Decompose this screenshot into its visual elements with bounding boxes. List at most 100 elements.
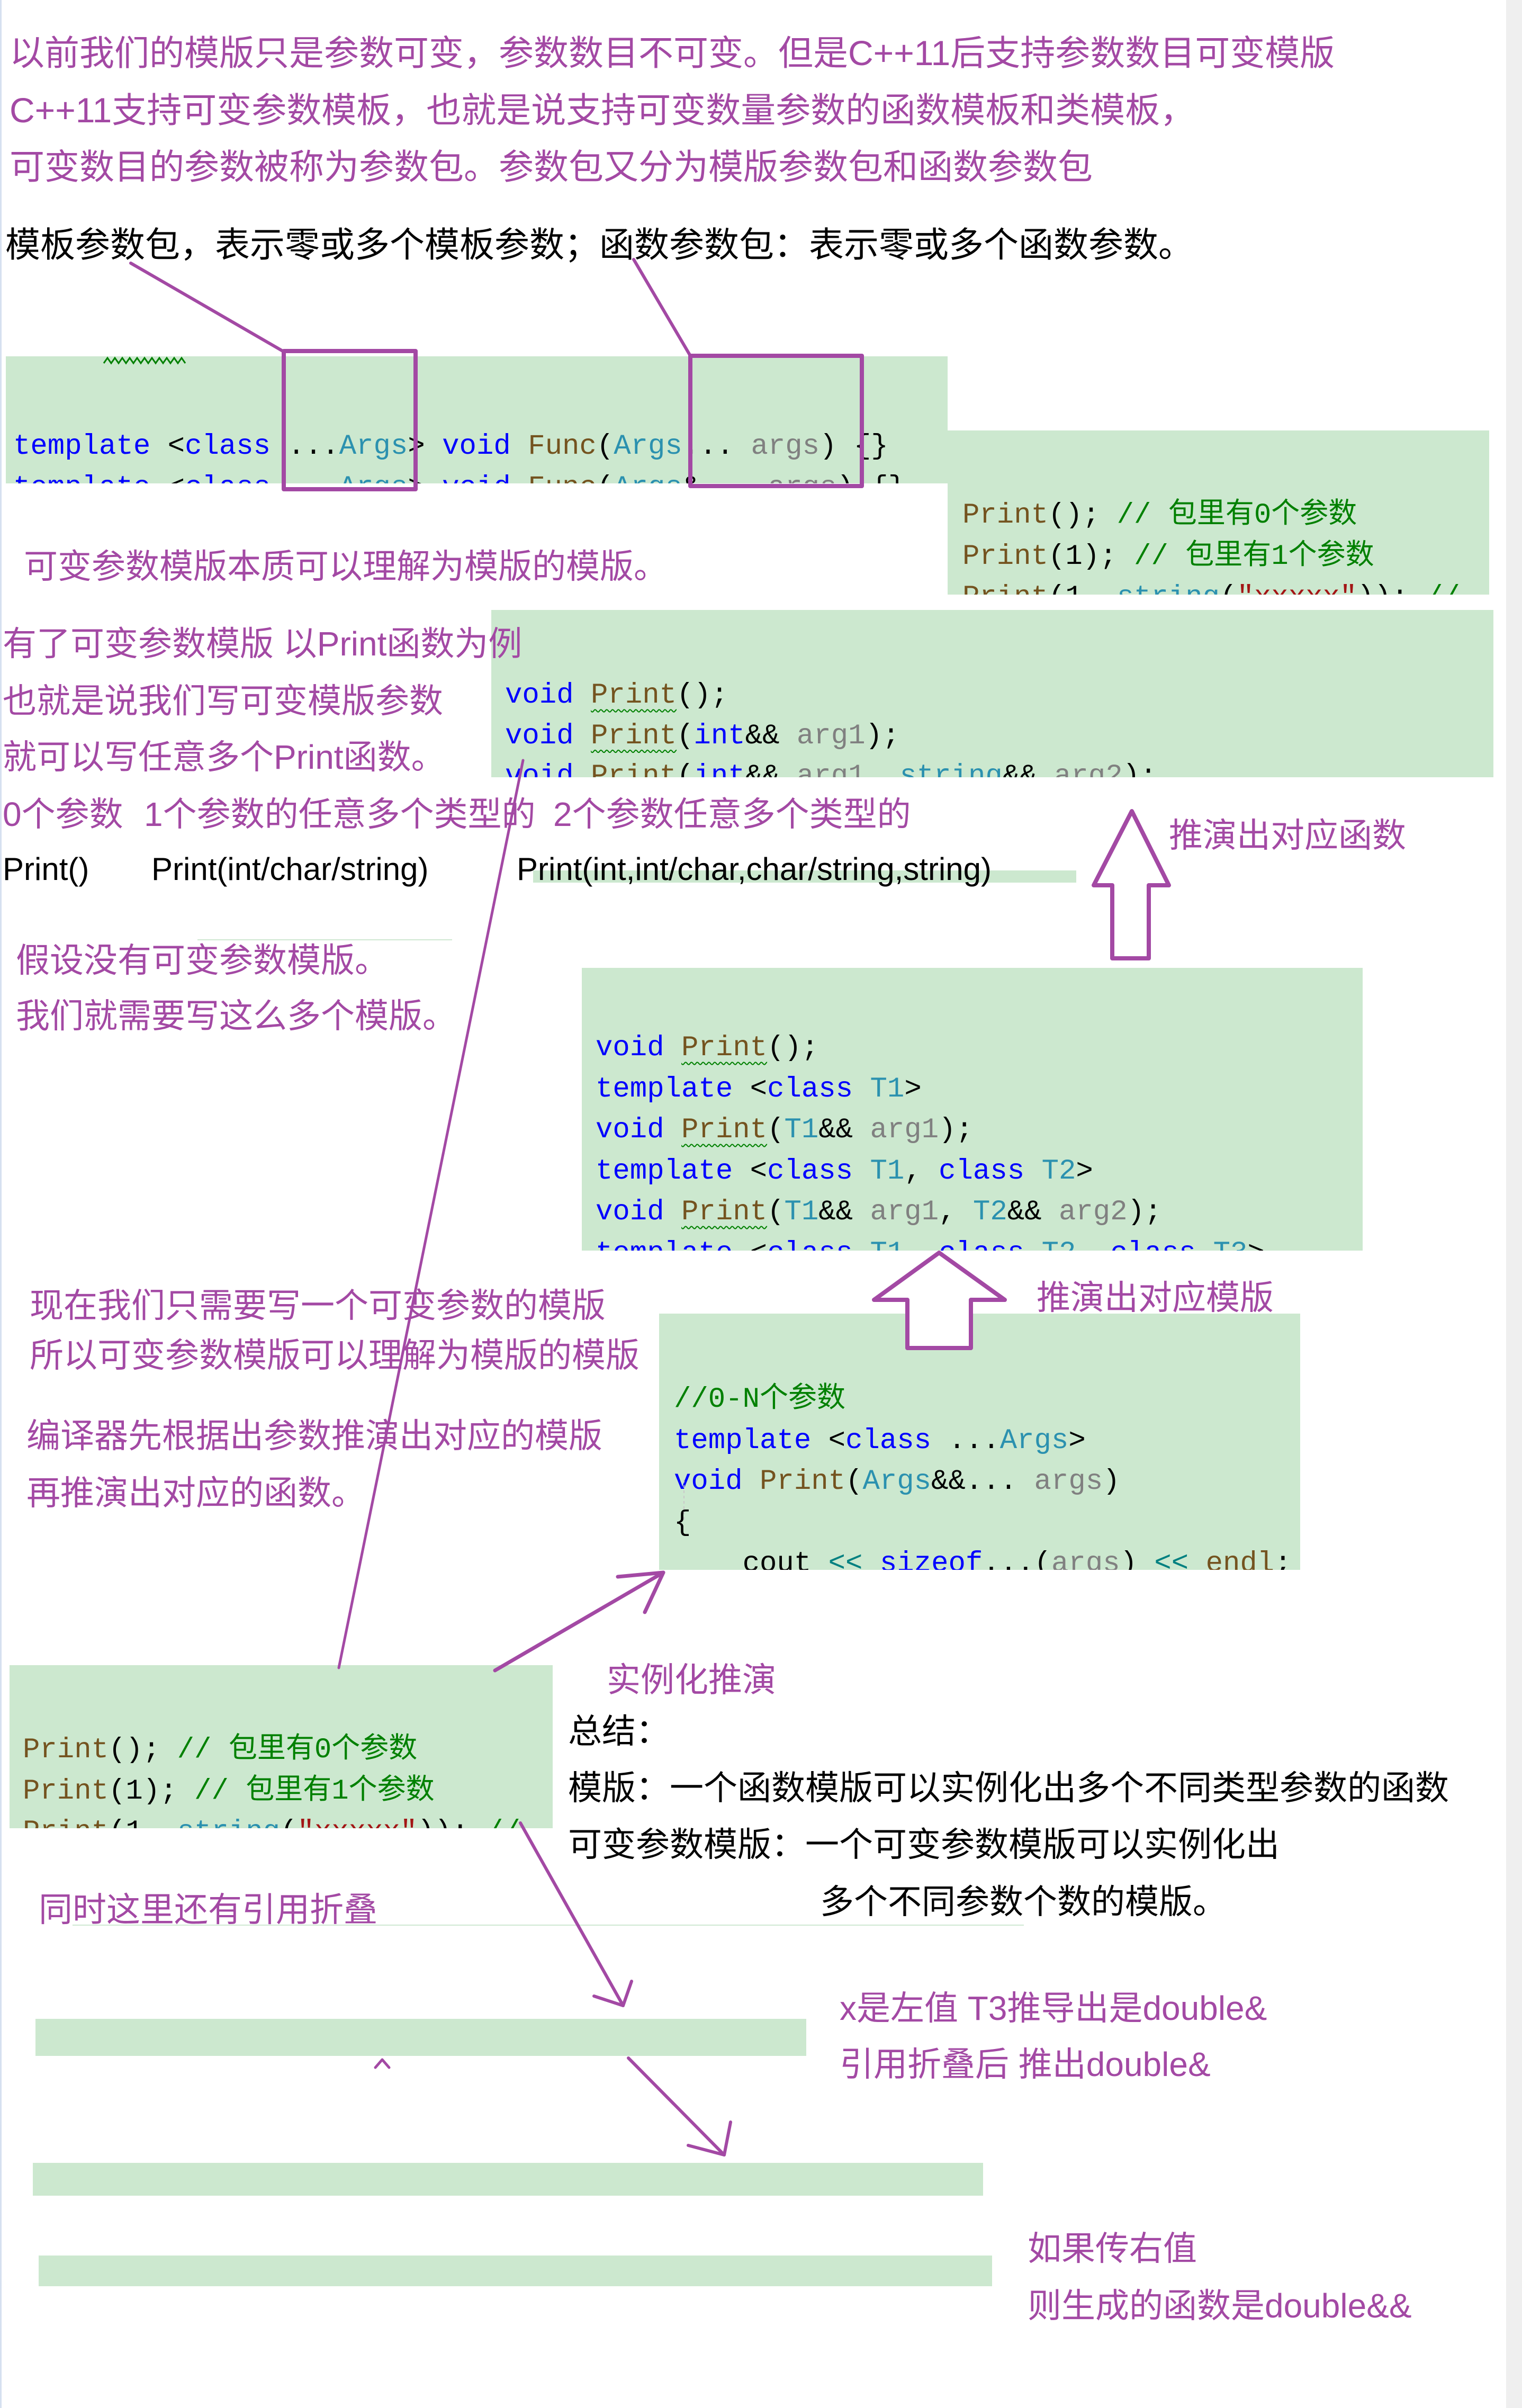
code-token-kw: void xyxy=(505,679,574,712)
code-token-plain: ) xyxy=(1120,1548,1155,1570)
signature-example-2: Print(int,int/char,char/string,string) xyxy=(517,851,992,887)
code-line: Print(); // 包里有0个参数 xyxy=(23,1730,553,1771)
code-token-plain: ); xyxy=(1127,1196,1162,1228)
window-left-border xyxy=(0,0,2,2408)
code-line: void Print(T1&& arg1, T2&& arg2); xyxy=(596,1192,1363,1233)
arrow-shaft xyxy=(627,2056,726,2157)
code-line: cout << sizeof...(args) << endl; xyxy=(674,1543,1300,1570)
code-token-param: arg1 xyxy=(870,1114,939,1146)
function-name-with-squiggle: Print xyxy=(591,679,677,712)
arrow-shaft xyxy=(493,1570,665,1673)
code-line: void Print(int&& arg1); xyxy=(505,716,1493,757)
code-lines: //0-N个参数 template <class ...Args> void Pri… xyxy=(674,1379,1300,1570)
signature-example-0: Print() xyxy=(3,851,89,887)
code-line: template <class T1, class T2> xyxy=(596,1151,1363,1192)
code-token-kw: void xyxy=(505,720,574,752)
code-block-calls-top: Print(); // 包里有0个参数Print(1); // 包里有1个参数P… xyxy=(948,430,1489,595)
code-token-param: arg1 xyxy=(796,760,866,777)
code-lines: void Print(); template <class T1> void Pri… xyxy=(596,1028,1363,1251)
summary-title: 总结： xyxy=(568,1712,670,1750)
code-token-plain: < xyxy=(150,472,185,484)
code-token-param: arg2 xyxy=(1054,760,1123,777)
intro-line-3: 可变数目的参数被称为参数包。参数包又分为模版参数包和函数参数包 xyxy=(10,147,1093,186)
code-line: template <class ...Args> void Func(Args.… xyxy=(13,426,948,468)
code-block-collapse-template-signature: void Print(T1&& arg1, T2&& arg2, T3&& ar… xyxy=(35,2019,806,2056)
code-line: Print(1); // 包里有1个参数 xyxy=(962,536,1489,578)
code-token-plain: ... xyxy=(931,1424,1000,1457)
code-token-fn: Print xyxy=(23,1816,109,1828)
code-token-type: string xyxy=(1117,581,1220,595)
code-token-kw: template xyxy=(13,430,151,463)
code-token-plain: ( xyxy=(1220,581,1237,595)
code-token-kw: class xyxy=(1110,1237,1196,1251)
signature-example-1: Print(int/char/string) xyxy=(151,851,429,887)
code-token-kw: sizeof xyxy=(879,1548,983,1570)
code-token-param: args xyxy=(1051,1548,1120,1570)
note-without-variadic-1: 假设没有可变参数模版。 xyxy=(16,941,389,980)
code-token-plain: (1); xyxy=(109,1775,177,1808)
code-token-kw: void xyxy=(442,430,511,463)
note-rvalue-1: 如果传右值 xyxy=(1028,2230,1197,2268)
code-token-kw: class xyxy=(185,430,271,463)
note-template-of-templates: 可变参数模版本质可以理解为模版的模版。 xyxy=(24,547,668,586)
code-token-plain: ; xyxy=(1274,1548,1292,1570)
intro-line-1: 以前我们的模版只是参数可变，参数数目不可变。但是C++11后支持参数数目可变模版 xyxy=(10,33,1335,73)
code-token-fn: Print xyxy=(760,1466,846,1498)
function-name-with-squiggle: Print xyxy=(591,720,677,752)
code-token-fn: endl xyxy=(1205,1548,1275,1570)
code-token-fn: Func xyxy=(528,430,597,463)
code-token-plain: && xyxy=(818,1114,870,1146)
code-token-plain: ( xyxy=(280,1816,297,1828)
code-token-plain: (); xyxy=(767,1032,819,1064)
pointer-line-function-pack xyxy=(632,258,692,357)
code-token-param: arg1 xyxy=(796,720,866,752)
note-lvalue-2: 引用折叠后 推出double& xyxy=(840,2045,1211,2083)
pointer-line-template-pack xyxy=(129,262,284,353)
code-line: //0-N个参数 xyxy=(674,1379,1300,1421)
code-line: template <class ...Args> void Func(Args&… xyxy=(13,468,948,484)
code-token-plain: < xyxy=(733,1155,768,1188)
code-token-plain: > xyxy=(1247,1237,1264,1251)
vertical-scrollbar[interactable] xyxy=(1506,0,1522,2408)
code-line: void Print(int&& arg1, string&& arg2); xyxy=(505,757,1493,777)
code-token-type: T1 xyxy=(784,1196,819,1228)
hollow-up-arrow-function xyxy=(1092,809,1171,960)
code-token-plain: ( xyxy=(767,1196,785,1228)
code-token-plain: < xyxy=(733,1237,767,1251)
code-token-plain: ); xyxy=(939,1114,973,1146)
note-print-example-1: 有了可变参数模版 以Print函数为例 xyxy=(3,625,523,663)
code-lines: template <class ...Args> void Func(Args.… xyxy=(13,426,948,483)
note-print-example-3: 就可以写任意多个Print函数。 xyxy=(3,738,445,776)
code-token-kw: void xyxy=(674,1466,743,1498)
code-token-plain: ) xyxy=(1103,1466,1120,1498)
code-token-param: arg2 xyxy=(1058,1196,1128,1228)
code-token-cmt: // xyxy=(469,1816,538,1828)
note-rvalue-2: 则生成的函数是double&& xyxy=(1028,2287,1412,2325)
label-deduce-template: 推演出对应模版 xyxy=(1037,1279,1274,1317)
code-token-plain: , xyxy=(939,1196,973,1228)
note-compiler-step-2: 再推演出对应的函数。 xyxy=(26,1474,365,1512)
summary-template: 模版：一个函数模版可以实例化出多个不同类型参数的函数 xyxy=(568,1769,1449,1807)
code-token-kw: int xyxy=(694,760,745,777)
code-token-kw: class xyxy=(845,1424,932,1457)
note-without-variadic-2: 我们就需要写这么多个模版。 xyxy=(16,997,456,1035)
code-token-plain: ( xyxy=(845,1466,863,1498)
code-block-function-pack-forms: template <class ...Args> void Func(Args.… xyxy=(6,356,948,483)
code-token-plain: ... xyxy=(271,472,339,484)
arrow-head-icon xyxy=(687,2121,732,2157)
code-token-str: "xxxxx" xyxy=(298,1816,418,1828)
code-token-plain: > xyxy=(904,1073,922,1106)
code-token-plain: > xyxy=(408,430,443,463)
code-token-type: T1 xyxy=(784,1114,819,1146)
summary-variadic: 可变参数模版：一个可变参数模版可以实例化出 xyxy=(568,1826,1280,1864)
arrow-head-icon xyxy=(592,1980,633,2007)
code-token-type: T2 xyxy=(972,1196,1007,1228)
code-line: Print(1, string("xxxxx")); // xyxy=(962,577,1489,595)
